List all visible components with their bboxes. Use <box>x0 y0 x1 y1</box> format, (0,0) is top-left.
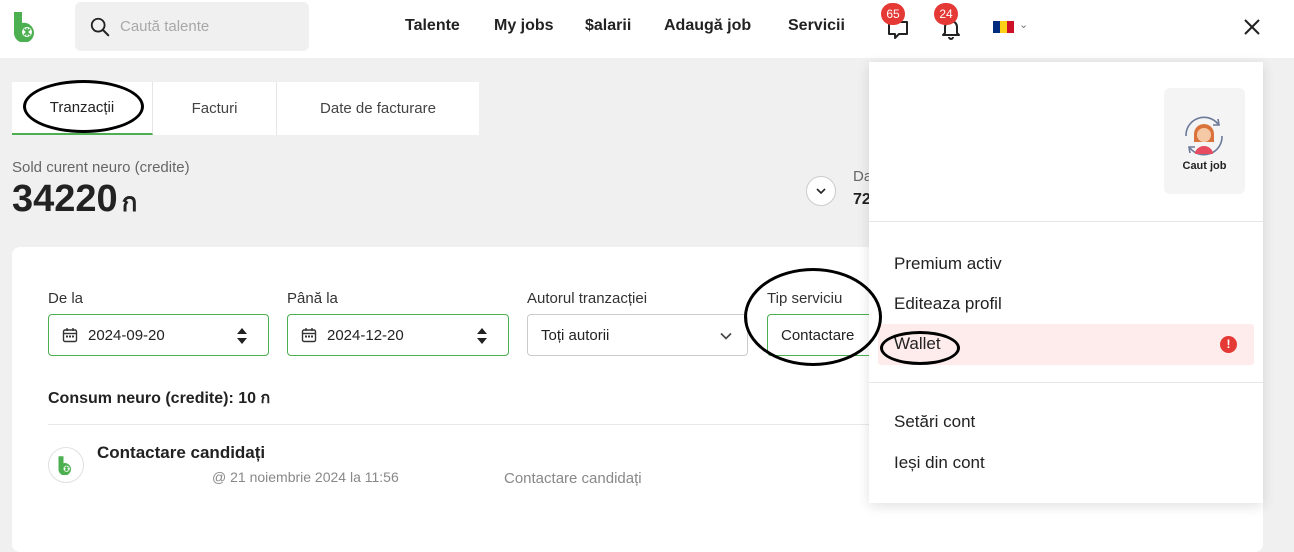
close-icon[interactable] <box>1239 14 1265 40</box>
sort-icon[interactable] <box>236 327 248 345</box>
menu-wallet-label: Wallet <box>894 334 941 353</box>
menu-iesi-din-cont[interactable]: Ieși din cont <box>894 453 985 473</box>
account-dropdown-menu: Caut job Premium activ Editeaza profil W… <box>869 62 1263 503</box>
menu-editeaza-profil[interactable]: Editeaza profil <box>894 294 1002 314</box>
logo-icon <box>58 456 71 475</box>
balance-label: Sold curent neuro (credite) <box>12 159 190 176</box>
to-date-value: 2024-12-20 <box>327 326 404 344</box>
search-icon <box>90 17 110 36</box>
menu-premium-activ[interactable]: Premium activ <box>894 254 1002 274</box>
balance-amount: 34220 <box>12 178 118 220</box>
search-bar[interactable] <box>75 2 309 51</box>
from-date-label: De la <box>48 290 84 307</box>
nav-servicii[interactable]: Servicii <box>788 17 845 35</box>
notifications-button[interactable]: 24 <box>934 3 965 42</box>
search-input[interactable] <box>120 18 300 35</box>
messages-badge: 65 <box>881 3 905 25</box>
transaction-type: Contactare candidați <box>504 470 642 487</box>
from-date-input[interactable]: 2024-09-20 <box>48 314 269 356</box>
nav-adauga-job[interactable]: Adaugă job <box>664 17 751 35</box>
profile-mode-card[interactable]: Caut job <box>1164 88 1245 194</box>
logo-icon[interactable] <box>10 10 42 42</box>
tab-facturi[interactable]: Facturi <box>153 82 277 135</box>
service-type-label: Tip serviciu <box>767 290 843 307</box>
expand-summary-button[interactable] <box>806 176 836 206</box>
author-select-value: Toți autorii <box>541 326 610 344</box>
profile-section: Caut job <box>869 62 1263 222</box>
avatar-icon <box>1185 116 1223 156</box>
tabs-bar: Tranzacții Facturi Date de facturare <box>12 82 479 135</box>
transaction-date: @ 21 noiembrie 2024 la 11:56 <box>212 469 399 485</box>
to-date-label: Până la <box>287 290 338 307</box>
tab-tranzactii[interactable]: Tranzacții <box>12 82 153 135</box>
transaction-title: Contactare candidați <box>97 443 266 462</box>
calendar-icon <box>62 328 78 343</box>
chevron-down-icon <box>720 332 732 340</box>
nav-salarii[interactable]: $alarii <box>585 17 631 35</box>
service-type-select[interactable]: Contactare <box>767 314 877 356</box>
messages-button[interactable]: 65 <box>881 3 912 42</box>
author-label: Autorul tranzacției <box>527 290 648 307</box>
credit-unit-icon: ก <box>121 187 138 217</box>
author-select[interactable]: Toți autorii <box>527 314 748 356</box>
menu-divider <box>869 382 1263 383</box>
nav-talente[interactable]: Talente <box>405 17 460 35</box>
calendar-icon <box>301 328 317 343</box>
nav-my-jobs[interactable]: My jobs <box>494 17 554 35</box>
chevron-down-icon[interactable]: ⌄ <box>1019 18 1028 31</box>
balance-value: 34220 ก <box>12 178 137 223</box>
sort-icon[interactable] <box>476 327 488 345</box>
service-type-value: Contactare <box>781 326 855 344</box>
chevron-down-icon <box>816 188 826 195</box>
notifications-badge: 24 <box>934 3 958 25</box>
profile-mode-label: Caut job <box>1182 160 1227 172</box>
consumption-summary: Consum neuro (credite): 10 ก <box>48 390 271 407</box>
alert-icon: ! <box>1220 336 1237 353</box>
language-flag-icon[interactable] <box>993 21 1014 33</box>
to-date-input[interactable]: 2024-12-20 <box>287 314 509 356</box>
menu-setari-cont[interactable]: Setări cont <box>894 412 975 432</box>
tab-date-facturare[interactable]: Date de facturare <box>277 82 479 135</box>
menu-wallet[interactable]: Wallet ! <box>878 324 1254 365</box>
top-bar: Talente My jobs $alarii Adaugă job Servi… <box>0 0 1294 58</box>
from-date-value: 2024-09-20 <box>88 326 165 344</box>
transaction-logo-icon <box>48 447 84 483</box>
divider <box>48 424 878 425</box>
